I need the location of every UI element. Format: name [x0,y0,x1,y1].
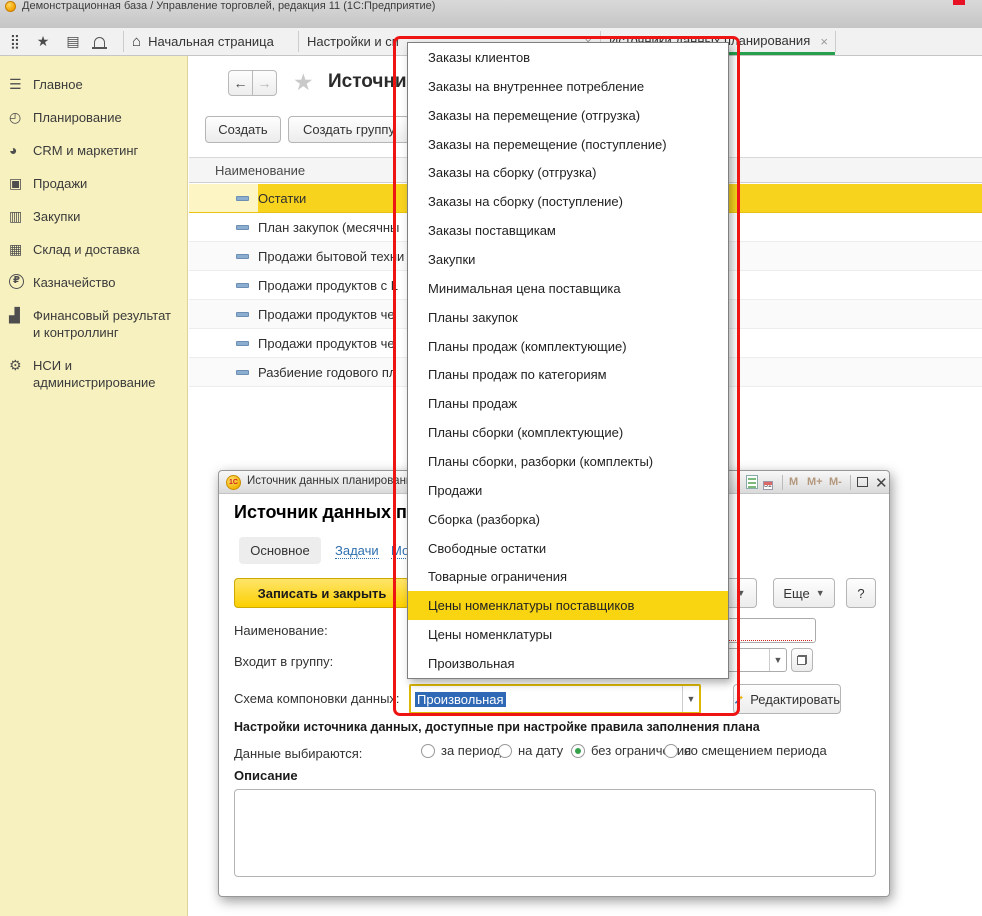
dialog-tab-main[interactable]: Основное [239,537,321,564]
dialog-tab-tasks[interactable]: Задачи [335,543,379,559]
sidebar-item-sales[interactable]: ▣Продажи [0,167,187,200]
sidebar-menu: ☰Главное◴Планирование◕CRM и маркетинг▣Пр… [0,56,188,916]
column-header-name: Наименование [215,163,305,178]
group-label: Входит в группу: [234,654,333,669]
main-icon: ☰ [9,76,33,93]
sidebar-item-label: Склад и доставка [33,241,173,258]
description-textarea[interactable] [234,789,876,877]
list-element-icon [236,225,249,230]
application-window: Демонстрационная база / Управление торго… [0,0,982,916]
memory-mminus-button[interactable]: M- [829,476,842,488]
open-icon [797,655,807,665]
sidebar-item-purchases[interactable]: ▥Закупки [0,200,187,233]
dialog-heading: Источник данных пл [234,502,418,523]
calculator-icon[interactable] [746,475,758,489]
sidebar-item-admin[interactable]: ⚙НСИ и администрирование [0,349,187,399]
favorites-icon[interactable]: ★ [28,28,58,55]
treasury-icon: ₽ [9,274,24,289]
list-element-icon [236,312,249,317]
sidebar-item-label: Главное [33,76,173,93]
sidebar-item-label: НСИ и администрирование [33,357,173,391]
radio-selected-icon [571,744,585,758]
chevron-down-icon: ▼ [816,588,825,598]
radio-option[interactable]: на дату [498,743,563,758]
sidebar-item-treasury[interactable]: ₽ Казначейство [0,266,187,299]
radio-option[interactable]: со смещением периода [664,743,827,758]
settings-section-header: Настройки источника данных, доступные пр… [234,720,760,734]
description-label: Описание [234,768,298,783]
planning-icon: ◴ [9,109,33,126]
tab-label: Начальная страница [148,34,274,49]
home-icon: ⌂ [132,33,141,50]
sidebar-item-warehouse[interactable]: ▦Склад и доставка [0,233,187,266]
maximize-icon[interactable] [857,477,868,487]
radio-label: на дату [518,743,563,758]
radio-label: за период [441,743,501,758]
tab-home[interactable]: ⌂ Начальная страница [124,28,298,55]
chevron-down-icon[interactable]: ▼ [769,649,786,671]
forward-button[interactable]: → [252,70,277,96]
row-label: Продажи бытовой техни [258,249,404,264]
calendar-icon[interactable]: 31 [763,481,773,490]
favorite-star-icon[interactable]: ★ [293,69,314,96]
row-label: План закупок (месячны [258,220,399,235]
name-label: Наименование: [234,623,328,638]
sidebar-item-finance[interactable]: ▟Финансовый результат и контроллинг [0,299,187,349]
row-label: Разбиение годового пл [258,365,397,380]
notifications-icon[interactable] [84,28,114,55]
row-label: Продажи продуктов с L [258,278,398,293]
list-element-icon [236,370,249,375]
radio-icon [498,744,512,758]
list-element-icon [236,283,249,288]
memory-m-button[interactable]: M [789,476,798,488]
sidebar-item-planning[interactable]: ◴Планирование [0,101,187,134]
more-button[interactable]: Еще ▼ [773,578,835,608]
radio-option[interactable]: за период [421,743,501,758]
sidebar-item-label: Продажи [33,175,173,192]
sidebar-item-label: Финансовый результат и контроллинг [33,307,173,341]
sidebar-item-crm[interactable]: ◕CRM и маркетинг [0,134,187,167]
dialog-title: Источник данных планировани: [247,475,416,487]
list-element-icon [236,196,249,201]
sidebar-item-main[interactable]: ☰Главное [0,68,187,101]
list-element-icon [236,341,249,346]
close-icon[interactable]: ✕ [875,474,888,492]
sidebar-item-label: CRM и маркетинг [33,142,173,159]
back-button[interactable]: ← [228,70,253,96]
open-group-button[interactable] [791,648,813,672]
help-button[interactable]: ? [846,578,876,608]
annotation-rectangle [393,36,740,716]
window-close-button-partial[interactable] [953,0,965,5]
radio-group: за периодна датубез ограничениясо смещен… [219,743,889,763]
row-label: Продажи продуктов че [258,336,395,351]
sidebar-item-label: Планирование [33,109,173,126]
memory-mplus-button[interactable]: M+ [807,476,823,488]
crm-icon: ◕ [9,142,33,159]
1c-badge-icon: 1С [226,475,241,490]
scheme-label: Схема компоновки данных: [234,691,400,706]
save-and-close-button[interactable]: Записать и закрыть [234,578,410,608]
row-label: Продажи продуктов че [258,307,395,322]
radio-icon [664,744,678,758]
window-titlebar: Демонстрационная база / Управление торго… [0,0,982,28]
purchases-icon: ▥ [9,208,33,225]
edit-button[interactable]: Редактировать [733,684,841,714]
window-title: Демонстрационная база / Управление торго… [22,0,435,12]
row-label: Остатки [258,191,306,206]
radio-label: со смещением периода [684,743,827,758]
sidebar-item-label: Закупки [33,208,173,225]
admin-icon: ⚙ [9,357,33,374]
app-logo-icon [5,1,16,12]
sidebar-item-label: Казначейство [33,274,173,291]
tab-close-icon[interactable]: × [820,34,828,49]
warehouse-icon: ▦ [9,241,33,258]
service-menu-icon[interactable]: ⣿ [0,28,30,55]
list-element-icon [236,254,249,259]
create-button[interactable]: Создать [205,116,281,143]
finance-icon: ▟ [9,307,33,324]
sales-icon: ▣ [9,175,33,192]
radio-icon [421,744,435,758]
create-group-button[interactable]: Создать группу [288,116,410,143]
